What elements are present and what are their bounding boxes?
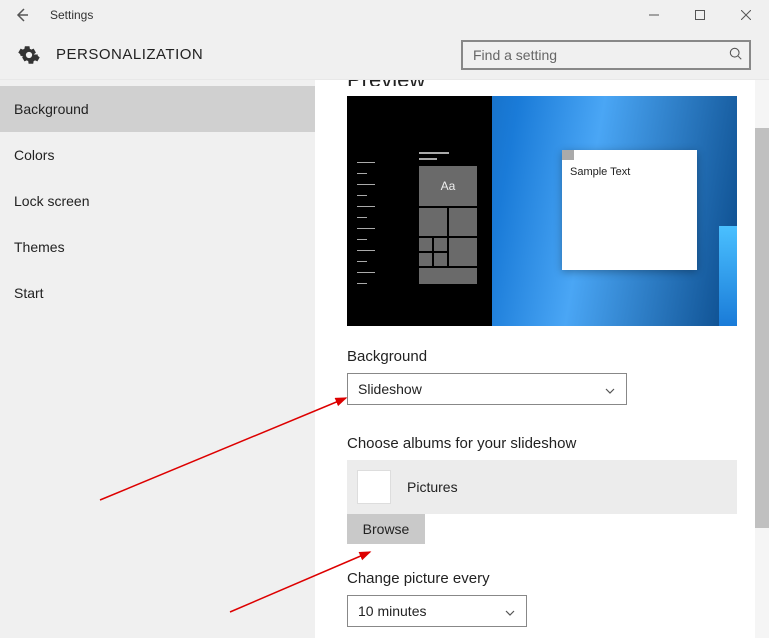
preview-tile-aa: Aa: [419, 166, 477, 206]
window-title: Settings: [50, 8, 93, 22]
title-bar: Settings: [0, 0, 769, 30]
sample-text: Sample Text: [562, 160, 697, 184]
preview-sample-window: Sample Text: [562, 150, 697, 270]
chevron-down-icon: [604, 384, 616, 400]
background-dropdown-value: Slideshow: [358, 381, 422, 397]
background-label: Background: [347, 348, 769, 365]
albums-label: Choose albums for your slideshow: [347, 435, 769, 452]
sidebar-item-background[interactable]: Background: [0, 86, 315, 132]
header: PERSONALIZATION: [0, 30, 769, 80]
change-every-label: Change picture every: [347, 570, 769, 587]
browse-button[interactable]: Browse: [347, 514, 425, 544]
sidebar-item-label: Themes: [14, 239, 65, 255]
content-area: Preview Aa Sample Text: [315, 80, 769, 638]
sidebar-item-colors[interactable]: Colors: [0, 132, 315, 178]
change-every-value: 10 minutes: [358, 603, 426, 619]
sidebar-item-label: Colors: [14, 147, 54, 163]
close-button[interactable]: [723, 0, 769, 30]
sidebar-item-start[interactable]: Start: [0, 270, 315, 316]
scrollbar-track[interactable]: [755, 80, 769, 638]
search-input[interactable]: [461, 40, 751, 70]
preview-heading: Preview: [347, 80, 769, 86]
maximize-button[interactable]: [677, 0, 723, 30]
album-name: Pictures: [407, 479, 458, 495]
desktop-preview: Aa Sample Text: [347, 96, 737, 326]
chevron-down-icon: [504, 606, 516, 622]
page-title: PERSONALIZATION: [56, 46, 203, 63]
scrollbar-thumb[interactable]: [755, 128, 769, 528]
back-button[interactable]: [8, 1, 36, 29]
sidebar-item-label: Lock screen: [14, 193, 89, 209]
minimize-button[interactable]: [631, 0, 677, 30]
gear-icon: [18, 44, 40, 66]
change-every-dropdown[interactable]: 10 minutes: [347, 595, 527, 627]
sidebar-item-themes[interactable]: Themes: [0, 224, 315, 270]
sidebar-item-label: Background: [14, 101, 89, 117]
sidebar-item-label: Start: [14, 285, 44, 301]
album-row[interactable]: Pictures: [347, 460, 737, 514]
search-icon: [729, 47, 743, 66]
browse-button-label: Browse: [363, 521, 410, 537]
sidebar: Background Colors Lock screen Themes Sta…: [0, 80, 315, 638]
sidebar-item-lock-screen[interactable]: Lock screen: [0, 178, 315, 224]
background-dropdown[interactable]: Slideshow: [347, 373, 627, 405]
album-thumbnail: [357, 470, 391, 504]
